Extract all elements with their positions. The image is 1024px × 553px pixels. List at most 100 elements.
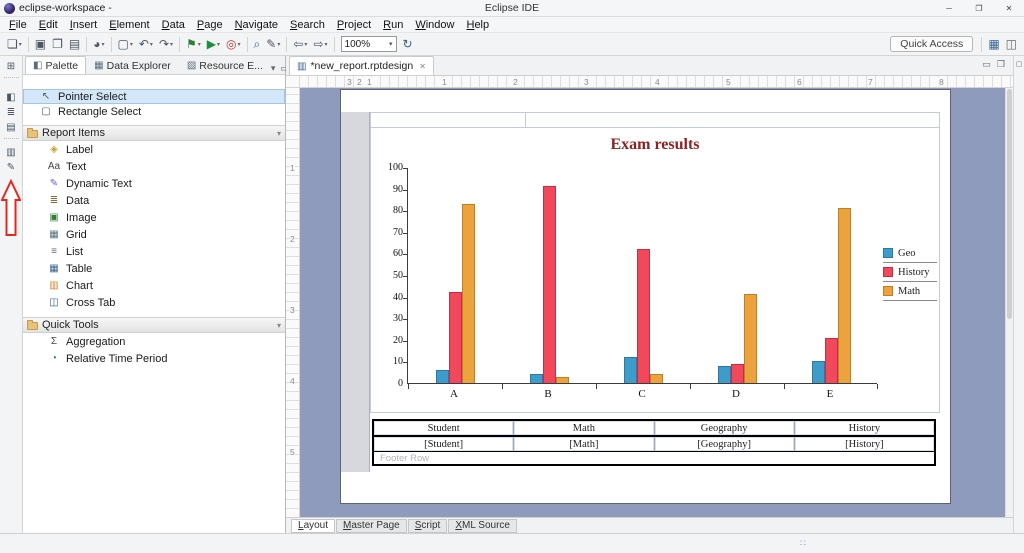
table-header-cell[interactable]: History xyxy=(795,421,934,435)
x-category-label: D xyxy=(689,388,783,400)
palette-item-list[interactable]: ≡List xyxy=(23,243,285,260)
restore-panel-icon[interactable]: ▢ xyxy=(1014,60,1024,68)
report-chart[interactable]: Exam results 0102030405060708090100 ABCD… xyxy=(370,128,940,413)
table-data-cell[interactable]: [Geography] xyxy=(655,437,795,451)
vertical-scrollbar[interactable] xyxy=(1005,88,1013,517)
palette-item-text[interactable]: AaText xyxy=(23,158,285,175)
report-design-shortcut-icon[interactable]: ▥ xyxy=(3,146,20,159)
menu-window[interactable]: Window xyxy=(409,19,460,31)
palette-item-grid[interactable]: ▦Grid xyxy=(23,226,285,243)
search-icon[interactable]: ⌕ xyxy=(251,35,264,54)
back-icon[interactable]: ⇦▾ xyxy=(290,35,310,54)
user-account-icon[interactable]: ◕▾ xyxy=(90,35,107,54)
palette-section-quick-tools[interactable]: Quick Tools▾ xyxy=(23,317,285,333)
menu-help[interactable]: Help xyxy=(460,19,495,31)
table-header-cell[interactable]: Geography xyxy=(655,421,795,435)
table-data-cell[interactable]: [Math] xyxy=(514,437,654,451)
zoom-combobox[interactable]: 100% ▾ xyxy=(341,36,397,52)
palette-item-aggregation[interactable]: ΣAggregation xyxy=(23,333,285,350)
external-tools-icon[interactable]: ◎▾ xyxy=(223,35,244,54)
bar-math-d xyxy=(744,294,757,383)
editor-tab-new-report[interactable]: ▥ *new_report.rptdesign ✕ xyxy=(289,56,434,75)
x-tick-mark xyxy=(596,384,597,389)
report-table[interactable]: StudentMathGeographyHistory[Student][Mat… xyxy=(372,419,936,466)
console-icon[interactable]: ▢▾ xyxy=(115,35,136,54)
minimize-editor-icon[interactable]: ▭ xyxy=(982,59,991,70)
menu-page[interactable]: Page xyxy=(191,19,229,31)
quick-access-button[interactable]: Quick Access xyxy=(890,36,973,52)
scripts-shortcut-icon[interactable]: ✎ xyxy=(3,161,20,174)
perspective-report-design-icon[interactable]: ▦ xyxy=(985,35,1002,54)
statusbar: ∷ xyxy=(0,533,1024,553)
palette-item-label[interactable]: ◈Label xyxy=(23,141,285,158)
scrollbar-thumb[interactable] xyxy=(1007,89,1012,319)
view-menu-icon[interactable]: ▾ xyxy=(271,63,276,74)
menu-edit[interactable]: Edit xyxy=(33,19,64,31)
properties-shortcut-icon[interactable]: ▤ xyxy=(3,121,20,134)
menu-file[interactable]: File xyxy=(3,19,33,31)
tab-resource-explorer[interactable]: ▨Resource E... xyxy=(179,56,271,74)
palette-tool-rectangle-select[interactable]: ▢Rectangle Select xyxy=(23,104,285,119)
menu-project[interactable]: Project xyxy=(331,19,377,31)
maximize-editor-icon[interactable]: ❐ xyxy=(997,59,1005,70)
save-all-icon[interactable]: ❐ xyxy=(49,35,66,54)
table-data-cell[interactable]: [Student] xyxy=(374,437,514,451)
debug-icon[interactable]: ⚑▾ xyxy=(183,35,204,54)
collapse-icon[interactable]: ▾ xyxy=(277,129,281,138)
toolbar-separator xyxy=(981,37,982,52)
close-window[interactable]: ✕ xyxy=(994,0,1024,16)
refresh-preview-icon[interactable]: ↻ xyxy=(400,35,416,54)
palette-item-data[interactable]: ≣Data xyxy=(23,192,285,209)
menu-insert[interactable]: Insert xyxy=(64,19,104,31)
chevron-down-icon[interactable]: ▾ xyxy=(389,40,393,48)
palette-item-relative-time-period[interactable]: ◔Relative Time Period xyxy=(23,350,285,367)
forward-icon[interactable]: ⇨▾ xyxy=(310,35,330,54)
tab-layout[interactable]: Layout xyxy=(291,519,335,533)
statusbar-grip: ∷ xyxy=(800,538,808,549)
minimize-window[interactable]: ─ xyxy=(934,0,964,16)
menu-search[interactable]: Search xyxy=(284,19,331,31)
palette-section-report-items[interactable]: Report Items▾ xyxy=(23,125,285,141)
undo-icon[interactable]: ↶▾ xyxy=(136,35,156,54)
redo-icon[interactable]: ↷▾ xyxy=(156,35,176,54)
run-icon[interactable]: ▶▾ xyxy=(204,35,223,54)
row-handle-strip[interactable] xyxy=(341,112,370,472)
y-tick-label: 40 xyxy=(371,292,403,303)
tab-data-explorer[interactable]: ▦Data Explorer xyxy=(86,56,179,74)
menu-navigate[interactable]: Navigate xyxy=(229,19,284,31)
table-header-cell[interactable]: Math xyxy=(514,421,654,435)
palette-item-dynamic-text[interactable]: ✎Dynamic Text xyxy=(23,175,285,192)
label-icon: ◈ xyxy=(47,144,61,155)
collapse-icon[interactable]: ▾ xyxy=(277,321,281,330)
table-header-cell[interactable]: Student xyxy=(374,421,514,435)
table-data-cell[interactable]: [History] xyxy=(795,437,934,451)
palette-item-chart[interactable]: ▥Chart xyxy=(23,277,285,294)
zoom-value: 100% xyxy=(345,39,371,50)
print-icon[interactable]: ▤ xyxy=(66,35,83,54)
restore-views-icon[interactable]: ⊞ xyxy=(3,60,20,73)
close-icon[interactable]: ✕ xyxy=(419,62,426,71)
design-canvas[interactable]: Exam results 0102030405060708090100 ABCD… xyxy=(300,88,1013,517)
palette-shortcut-icon[interactable]: ◧ xyxy=(3,91,20,104)
table-header-row: StudentMathGeographyHistory xyxy=(374,421,934,437)
palette-item-image[interactable]: ▣Image xyxy=(23,209,285,226)
tab-master-page[interactable]: Master Page xyxy=(336,519,407,533)
table-data-row: [Student][Math][Geography][History] xyxy=(374,437,934,452)
report-grid-row[interactable] xyxy=(370,112,940,128)
outline-shortcut-icon[interactable]: ≣ xyxy=(3,106,20,119)
save-icon[interactable]: ▣ xyxy=(32,35,49,54)
tab-script[interactable]: Script xyxy=(408,519,448,533)
table-footer-row[interactable]: Footer Row xyxy=(374,452,934,464)
open-perspective-icon[interactable]: ◫ xyxy=(1003,35,1020,54)
menu-element[interactable]: Element xyxy=(103,19,155,31)
palette-tool-pointer-select[interactable]: ↖Pointer Select xyxy=(23,89,285,104)
annotations-icon[interactable]: ✎▾ xyxy=(263,35,283,54)
tab-xml-source[interactable]: XML Source xyxy=(448,519,517,533)
menu-data[interactable]: Data xyxy=(156,19,191,31)
tab-palette[interactable]: ◧Palette xyxy=(25,56,86,74)
new-icon[interactable]: ❏▾ xyxy=(4,35,25,54)
palette-item-cross-tab[interactable]: ◫Cross Tab xyxy=(23,294,285,311)
palette-item-table[interactable]: ▦Table xyxy=(23,260,285,277)
menu-run[interactable]: Run xyxy=(377,19,409,31)
maximize-window[interactable]: ❐ xyxy=(964,0,994,16)
